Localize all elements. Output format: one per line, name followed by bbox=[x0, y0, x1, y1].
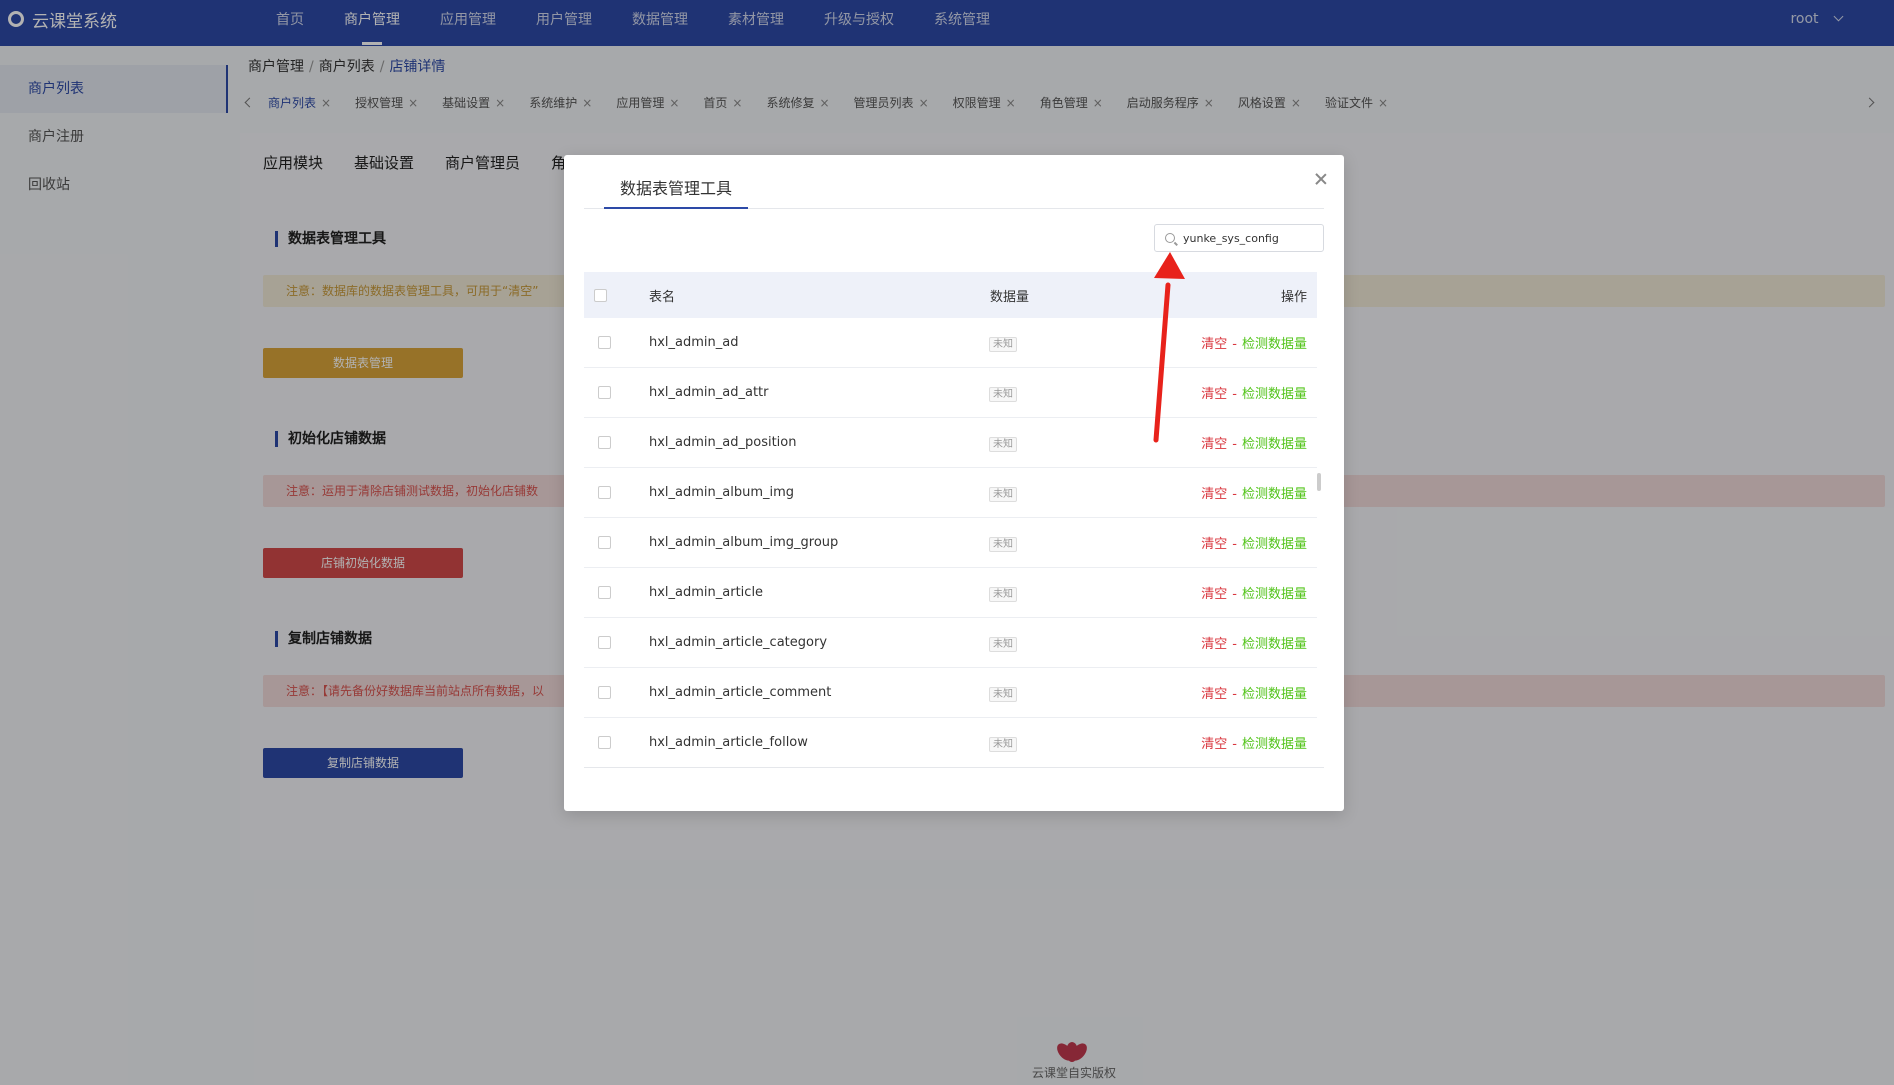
select-all-checkbox[interactable] bbox=[594, 288, 607, 302]
modal-tabs: 数据表管理工具 bbox=[584, 175, 1324, 209]
check-count-link[interactable]: 检测数据量 bbox=[1242, 687, 1307, 702]
table-header: 表名 数据量 操作 bbox=[584, 272, 1317, 318]
clear-link[interactable]: 清空 bbox=[1201, 587, 1227, 602]
table-tool-modal: 数据表管理工具 表名 数据量 操作 hxl_admin_ad 未知 清空-检测数… bbox=[564, 155, 1344, 811]
table-name: hxl_admin_article_follow bbox=[649, 735, 808, 750]
table-name: hxl_admin_ad_position bbox=[649, 435, 797, 450]
table-name: hxl_admin_album_img_group bbox=[649, 535, 839, 550]
row-checkbox[interactable] bbox=[598, 536, 611, 549]
table-row: hxl_admin_ad_attr 未知 清空 - 检测数据量 bbox=[584, 368, 1317, 418]
table-row: hxl_admin_article_category 未知 清空 - 检测数据量 bbox=[584, 618, 1317, 668]
clear-link[interactable]: 清空 bbox=[1201, 437, 1227, 452]
row-checkbox[interactable] bbox=[598, 486, 611, 499]
column-header-name: 表名 bbox=[649, 289, 676, 305]
table-search-box bbox=[1154, 224, 1324, 252]
column-header-count: 数据量 bbox=[990, 289, 1030, 305]
count-badge: 未知 bbox=[989, 336, 1017, 352]
table-name: hxl_admin_article bbox=[649, 585, 764, 600]
row-checkbox[interactable] bbox=[598, 436, 611, 449]
check-count-link[interactable]: 检测数据量 bbox=[1242, 737, 1307, 752]
table-name: hxl_admin_article_comment bbox=[649, 685, 832, 700]
clear-link[interactable]: 清空 bbox=[1201, 537, 1227, 552]
table-row: hxl_admin_album_img_group 未知 清空 - 检测数据量 bbox=[584, 518, 1317, 568]
count-badge: 未知 bbox=[989, 536, 1017, 552]
count-badge: 未知 bbox=[989, 586, 1017, 602]
modal-tab-table-tool[interactable]: 数据表管理工具 bbox=[604, 175, 749, 209]
table-search-input[interactable] bbox=[1183, 231, 1313, 245]
clear-link[interactable]: 清空 bbox=[1201, 487, 1227, 502]
clear-link[interactable]: 清空 bbox=[1201, 687, 1227, 702]
check-count-link[interactable]: 检测数据量 bbox=[1242, 437, 1307, 452]
table-row: hxl_admin_article 未知 清空 - 检测数据量 bbox=[584, 568, 1317, 618]
table-name: hxl_admin_ad bbox=[649, 335, 739, 350]
table-row: hxl_admin_ad_position 未知 清空 - 检测数据量 bbox=[584, 418, 1317, 468]
count-badge: 未知 bbox=[989, 436, 1017, 452]
row-checkbox[interactable] bbox=[598, 586, 611, 599]
count-badge: 未知 bbox=[989, 486, 1017, 502]
column-header-ops: 操作 bbox=[1280, 289, 1307, 305]
count-badge: 未知 bbox=[989, 636, 1017, 652]
table-row: hxl_admin_article_comment 未知 清空 - 检测数据量 bbox=[584, 668, 1317, 718]
table-row: hxl_admin_article_follow 未知 清空 - 检测数据量 bbox=[584, 718, 1317, 768]
table-row: hxl_admin_ad 未知 清空 - 检测数据量 bbox=[584, 318, 1317, 368]
check-count-link[interactable]: 检测数据量 bbox=[1242, 387, 1307, 402]
clear-link[interactable]: 清空 bbox=[1201, 737, 1227, 752]
table-row: hxl_admin_album_img 未知 清空 - 检测数据量 bbox=[584, 468, 1317, 518]
check-count-link[interactable]: 检测数据量 bbox=[1242, 487, 1307, 502]
table-scrollbar[interactable] bbox=[1317, 473, 1321, 491]
row-checkbox[interactable] bbox=[598, 736, 611, 749]
table-name: hxl_admin_article_category bbox=[649, 635, 828, 650]
clear-link[interactable]: 清空 bbox=[1201, 387, 1227, 402]
check-count-link[interactable]: 检测数据量 bbox=[1242, 337, 1307, 352]
tables-list: 表名 数据量 操作 hxl_admin_ad 未知 清空 - 检测数据量 hxl_a… bbox=[584, 272, 1317, 768]
check-count-link[interactable]: 检测数据量 bbox=[1242, 587, 1307, 602]
check-count-link[interactable]: 检测数据量 bbox=[1242, 537, 1307, 552]
count-badge: 未知 bbox=[989, 686, 1017, 702]
search-icon bbox=[1165, 233, 1175, 243]
row-checkbox[interactable] bbox=[598, 636, 611, 649]
count-badge: 未知 bbox=[989, 386, 1017, 402]
table-name: hxl_admin_album_img bbox=[649, 485, 795, 500]
row-checkbox[interactable] bbox=[598, 336, 611, 349]
check-count-link[interactable]: 检测数据量 bbox=[1242, 637, 1307, 652]
count-badge: 未知 bbox=[989, 736, 1017, 752]
close-icon[interactable] bbox=[1314, 172, 1328, 186]
table-name: hxl_admin_ad_attr bbox=[649, 385, 769, 400]
row-checkbox[interactable] bbox=[598, 386, 611, 399]
clear-link[interactable]: 清空 bbox=[1201, 637, 1227, 652]
clear-link[interactable]: 清空 bbox=[1201, 337, 1227, 352]
row-checkbox[interactable] bbox=[598, 686, 611, 699]
